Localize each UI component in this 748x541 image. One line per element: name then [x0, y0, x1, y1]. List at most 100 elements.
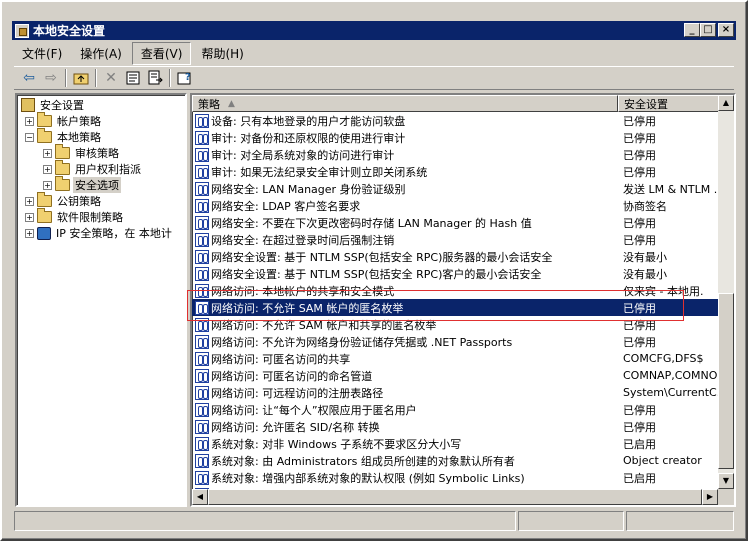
list-header: 策略 ▲ 安全设置 [192, 95, 722, 112]
tree-item-local-policies[interactable]: − 本地策略 [25, 128, 103, 145]
close-button[interactable]: × [718, 23, 734, 37]
vertical-scroll-thumb[interactable] [718, 293, 734, 469]
policy-row[interactable]: 网络安全: LDAP 客户签名要求 协商签名 [192, 197, 720, 214]
folder-icon [55, 144, 70, 159]
sort-ascending-icon: ▲ [228, 98, 235, 109]
policy-row[interactable]: 网络安全设置: 基于 NTLM SSP(包括安全 RPC)服务器的最小会话安全 没… [192, 248, 720, 265]
folder-icon [55, 176, 70, 191]
tree-item-audit-policy[interactable]: + 审核策略 [43, 144, 121, 161]
policy-name: 网络访问: 不允许 SAM 帐户和共享的匿名枚举 [211, 318, 437, 332]
policy-row[interactable]: 网络访问: 不允许为网络身份验证储存凭据或 .NET Passports 已停用 [192, 333, 720, 350]
policy-row[interactable]: 网络访问: 允许匿名 SID/名称 转换 已停用 [192, 418, 720, 435]
policy-name: 审计: 如果无法纪录安全审计则立即关闭系统 [211, 165, 428, 179]
tree-item-root[interactable]: 安全设置 [21, 97, 86, 113]
expand-icon[interactable]: + [43, 180, 52, 190]
policy-row[interactable]: 审计: 如果无法纪录安全审计则立即关闭系统 已停用 [192, 163, 720, 180]
scroll-left-icon[interactable]: ◀ [192, 489, 208, 505]
policy-row[interactable]: 网络访问: 可远程访问的注册表路径 System\CurrentC. [192, 384, 720, 401]
policy-row[interactable]: 审计: 对备份和还原权限的使用进行审计 已停用 [192, 129, 720, 146]
tree-label: 审核策略 [75, 147, 119, 160]
menu-view[interactable]: 查看(V) [131, 41, 192, 65]
tree-label: 用户权利指派 [75, 163, 141, 176]
policy-row[interactable]: 网络访问: 不允许 SAM 帐户的匿名枚举 已停用 [192, 299, 720, 316]
policy-icon [195, 300, 209, 315]
menu-help[interactable]: 帮助(H) [193, 43, 251, 64]
policy-setting: COMNAP,COMNODE,. [623, 369, 719, 382]
policy-row[interactable]: 系统对象: 由 Administrators 组成员所创建的对象默认所有者 Obj… [192, 452, 720, 469]
policy-row[interactable]: 网络访问: 本地帐户的共享和安全模式 仅来宾 - 本地用. [192, 282, 720, 299]
status-cell-3 [626, 511, 734, 531]
policy-icon [195, 147, 209, 162]
policy-icon [195, 419, 209, 434]
title-bar[interactable]: 本地安全设置 _ □ × [12, 21, 736, 40]
policy-icon [195, 470, 209, 485]
policy-row[interactable]: 网络访问: 不允许 SAM 帐户和共享的匿名枚举 已停用 [192, 316, 720, 333]
collapse-icon[interactable]: − [25, 132, 34, 142]
expand-icon[interactable]: + [25, 228, 34, 238]
policy-row[interactable]: 网络安全: LAN Manager 身份验证级别 发送 LM & NTLM . [192, 180, 720, 197]
delete-icon[interactable]: ✕ [100, 68, 122, 88]
policy-row[interactable]: 设备: 只有本地登录的用户才能访问软盘 已停用 [192, 112, 720, 129]
policy-icon [195, 215, 209, 230]
policy-setting: 已停用 [623, 403, 656, 417]
policy-setting: 已停用 [623, 114, 656, 128]
policy-icon [195, 283, 209, 298]
toolbar-separator [95, 69, 97, 87]
expand-icon[interactable]: + [25, 116, 34, 126]
policy-setting: System\CurrentC. [623, 386, 719, 399]
tree-item-security-options[interactable]: + 安全选项 [43, 176, 121, 193]
minimize-button[interactable]: _ [684, 23, 700, 37]
policy-list-pane[interactable]: 策略 ▲ 安全设置 设备: 只有本地登录的用户才能访问软盘 已停用 审计: 对备份和… [190, 93, 736, 507]
ip-security-icon [37, 226, 51, 240]
policy-row[interactable]: 网络安全: 不要在下次更改密码时存储 LAN Manager 的 Hash 值 已… [192, 214, 720, 231]
tree-item-user-rights[interactable]: + 用户权利指派 [43, 160, 143, 177]
status-cell-2 [518, 511, 624, 531]
menu-action[interactable]: 操作(A) [72, 43, 130, 64]
properties-icon[interactable] [122, 68, 144, 88]
policy-row[interactable]: 网络访问: 可匿名访问的共享 COMCFG,DFS$ [192, 350, 720, 367]
up-folder-icon[interactable] [70, 68, 92, 88]
scroll-up-icon[interactable]: ▲ [718, 95, 734, 111]
status-bar [14, 511, 734, 531]
tree-item-ip-security[interactable]: + IP 安全策略，在 本地计 [25, 225, 174, 241]
scroll-right-icon[interactable]: ▶ [702, 489, 718, 505]
menu-file[interactable]: 文件(F) [14, 43, 70, 64]
policy-row[interactable]: 系统对象: 对非 Windows 子系统不要求区分大小写 已启用 [192, 435, 720, 452]
back-arrow-icon[interactable]: ⇦ [18, 68, 40, 88]
expand-icon[interactable]: + [25, 196, 34, 206]
policy-setting: 没有最小 [623, 267, 667, 281]
policy-row[interactable]: 系统对象: 增强内部系统对象的默认权限 (例如 Symbolic Links) 已… [192, 469, 720, 486]
help-icon[interactable]: ? [174, 68, 196, 88]
expand-icon[interactable]: + [43, 164, 52, 174]
policy-icon [195, 113, 209, 128]
policy-row[interactable]: 网络访问: 让“每个人”权限应用于匿名用户 已停用 [192, 401, 720, 418]
policy-name: 网络安全: 不要在下次更改密码时存储 LAN Manager 的 Hash 值 [211, 216, 532, 230]
tree-pane[interactable]: 安全设置 + 帐户策略 − 本地策略 + 审核策略 + 用户权利指派 + 安全选… [15, 93, 187, 507]
policy-name: 网络安全设置: 基于 NTLM SSP(包括安全 RPC)客户的最小会话安全 [211, 267, 542, 281]
tree-item-software-restriction[interactable]: + 软件限制策略 [25, 208, 125, 225]
column-header-policy[interactable]: 策略 ▲ [192, 95, 618, 112]
policy-setting: 发送 LM & NTLM . [623, 182, 718, 196]
policy-row[interactable]: 网络访问: 可匿名访问的命名管道 COMNAP,COMNODE,. [192, 367, 720, 384]
column-header-label: 安全设置 [624, 97, 668, 111]
policy-icon [195, 317, 209, 332]
horizontal-scroll-thumb[interactable] [208, 489, 702, 505]
policy-row[interactable]: 网络安全: 在超过登录时间后强制注销 已停用 [192, 231, 720, 248]
column-header-setting[interactable]: 安全设置 [618, 95, 722, 112]
policy-setting: 已停用 [623, 233, 656, 247]
expand-icon[interactable]: + [25, 212, 34, 222]
policy-row[interactable]: 审计: 对全局系统对象的访问进行审计 已停用 [192, 146, 720, 163]
policy-name: 网络访问: 不允许为网络身份验证储存凭据或 .NET Passports [211, 335, 513, 349]
forward-arrow-icon[interactable]: ⇨ [40, 68, 62, 88]
export-list-icon[interactable] [144, 68, 166, 88]
maximize-button[interactable]: □ [700, 23, 716, 37]
tree-item-account-policies[interactable]: + 帐户策略 [25, 112, 103, 129]
vertical-scrollbar[interactable]: ▲ ▼ [718, 95, 734, 489]
expand-icon[interactable]: + [43, 148, 52, 158]
tree-item-public-key[interactable]: + 公钥策略 [25, 192, 103, 209]
policy-row[interactable]: 网络安全设置: 基于 NTLM SSP(包括安全 RPC)客户的最小会话安全 没有… [192, 265, 720, 282]
horizontal-scrollbar[interactable]: ◀ ▶ [192, 489, 718, 505]
policy-name: 系统对象: 由 Administrators 组成员所创建的对象默认所有者 [211, 454, 515, 468]
policy-name: 审计: 对全局系统对象的访问进行审计 [211, 148, 395, 162]
scroll-down-icon[interactable]: ▼ [718, 473, 734, 489]
